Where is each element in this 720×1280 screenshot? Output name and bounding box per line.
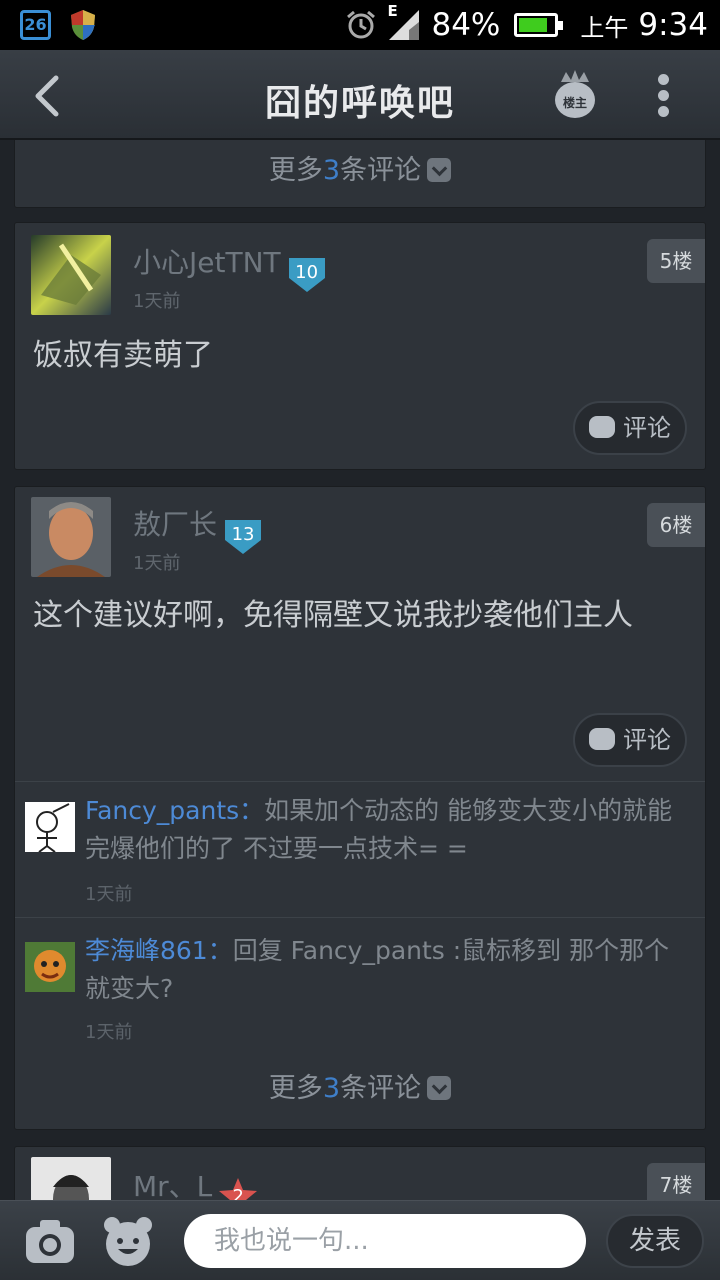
reply-avatar[interactable]	[25, 802, 75, 852]
floor-number: 5楼	[647, 239, 705, 283]
reply-item[interactable]: Fancy_pants：如果加个动态的 能够变大变小的就能完爆他们的了 不过要一…	[15, 781, 705, 917]
more-comments-suffix: 条评论	[340, 155, 422, 186]
send-button[interactable]: 发表	[606, 1214, 704, 1268]
more-comments-suffix: 条评论	[340, 1073, 422, 1104]
comment-button[interactable]: 评论	[573, 713, 687, 767]
level-number: 10	[295, 262, 319, 283]
previous-post-card: 更多3条评论	[14, 140, 706, 208]
emoji-icon[interactable]	[102, 1215, 154, 1267]
app-header: 囧的呼唤吧 楼主	[0, 50, 720, 140]
avatar[interactable]	[31, 235, 111, 315]
overflow-menu-icon[interactable]	[650, 74, 676, 118]
clock: 9:34	[638, 7, 708, 43]
reply-time: 1天前	[85, 884, 133, 905]
post-text: 这个建议好啊，免得隔壁又说我抄袭他们主人	[33, 598, 633, 633]
page-title: 囧的呼唤吧	[264, 83, 455, 124]
more-comments-button[interactable]: 更多3条评论	[15, 141, 705, 201]
reply-author[interactable]: 李海峰861：	[85, 936, 233, 965]
avatar[interactable]	[31, 497, 111, 577]
comment-bubble-icon	[589, 728, 615, 750]
reply-input[interactable]	[184, 1214, 586, 1268]
more-comments-prefix: 更多	[268, 155, 323, 186]
more-comments-count: 3	[322, 155, 341, 186]
reply-time: 1天前	[85, 1022, 133, 1043]
level-badge: 13	[223, 518, 263, 556]
reply-author[interactable]: Fancy_pants：	[85, 796, 264, 825]
more-comments-count: 3	[322, 1073, 341, 1104]
username: 小心JetTNT	[133, 246, 281, 279]
status-bar: 26 E 84% 上午 9:34	[0, 0, 720, 50]
post-author[interactable]: Mr、L 2	[133, 1165, 258, 1200]
level-badge: 10	[287, 256, 327, 294]
reply-avatar[interactable]	[25, 942, 75, 992]
level-badge: 2	[218, 1177, 258, 1200]
post-card: 敖厂长 13 1天前 6楼 这个建议好啊，免得隔壁又说我抄袭他们主人 评论 Fan…	[14, 486, 706, 1130]
post-time: 1天前	[133, 291, 181, 312]
floor-number: 7楼	[647, 1163, 705, 1200]
post-card: Mr、L 2 7楼	[14, 1146, 706, 1200]
post-card: 小心JetTNT 10 1天前 5楼 饭叔有卖萌了 评论	[14, 222, 706, 470]
battery-percent: 84%	[431, 7, 501, 43]
username: 敖厂长	[133, 508, 218, 541]
more-comments-prefix: 更多	[268, 1073, 323, 1104]
thread-content: 更多3条评论 小心JetTNT 10 1天前 5楼 饭叔有卖萌了 评论 敖厂长 …	[0, 140, 720, 1200]
shield-icon	[71, 10, 95, 40]
comment-button[interactable]: 评论	[573, 401, 687, 455]
alarm-icon	[347, 10, 376, 39]
battery-icon	[514, 13, 564, 37]
reply-item[interactable]: 李海峰861：回复 Fancy_pants :鼠标移到 那个那个就变大? 1天前	[15, 917, 705, 1057]
comment-label: 评论	[623, 414, 671, 442]
signal-icon: E	[387, 2, 421, 42]
calendar-icon: 26	[20, 10, 51, 40]
reply-bar: 发表	[0, 1200, 720, 1280]
comment-bubble-icon	[589, 416, 615, 438]
post-text: 饭叔有卖萌了	[33, 338, 213, 373]
comment-label: 评论	[623, 726, 671, 754]
reply-text: Fancy_pants：如果加个动态的 能够变大变小的就能完爆他们的了 不过要一…	[85, 792, 689, 868]
owner-only-button[interactable]: 楼主	[552, 68, 598, 122]
post-time: 1天前	[133, 553, 181, 574]
username: Mr、L	[133, 1170, 213, 1200]
floor-number: 6楼	[647, 503, 705, 547]
level-number: 2	[232, 1186, 244, 1200]
am-pm: 上午	[580, 13, 629, 42]
avatar[interactable]	[31, 1157, 111, 1200]
chevron-down-icon	[427, 158, 452, 182]
camera-icon[interactable]	[24, 1217, 76, 1265]
owner-label: 楼主	[562, 96, 587, 110]
network-type: E	[387, 2, 398, 20]
chevron-down-icon	[427, 1076, 452, 1100]
more-comments-button[interactable]: 更多3条评论	[15, 1059, 705, 1119]
battery-fill	[519, 18, 548, 32]
level-number: 13	[231, 524, 255, 545]
reply-text: 李海峰861：回复 Fancy_pants :鼠标移到 那个那个就变大?	[85, 932, 689, 1008]
